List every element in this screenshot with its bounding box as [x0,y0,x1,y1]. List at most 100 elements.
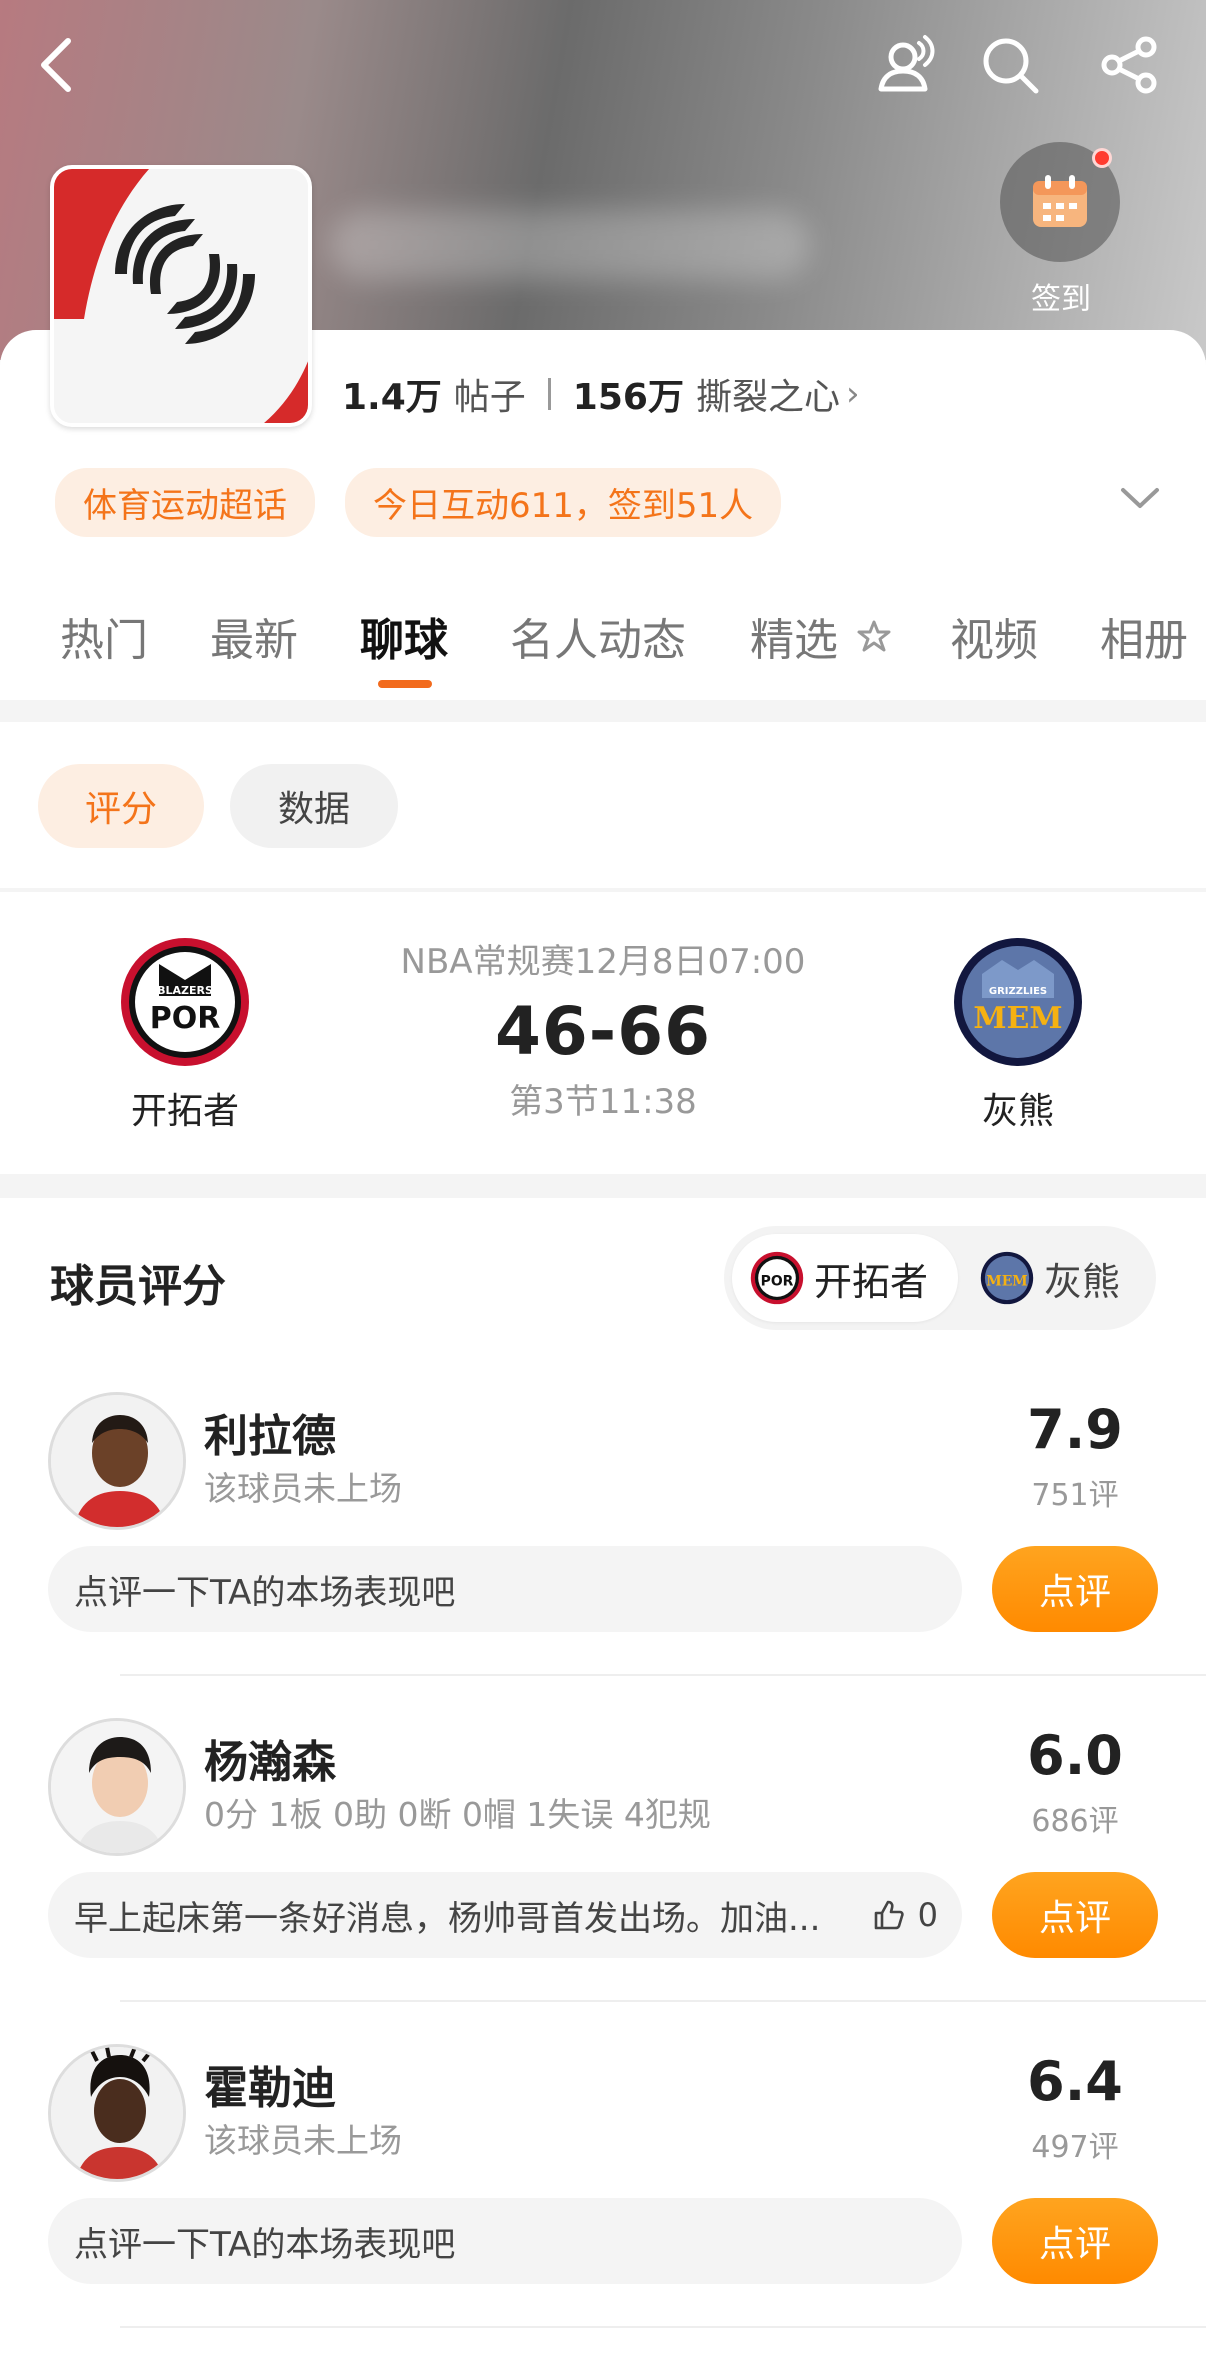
player-rating-count: 751评 [1031,1478,1119,1513]
community-tags: 体育运动超话 今日互动611，签到51人 [55,468,782,537]
tab-celebrity[interactable]: 名人动态 [510,604,686,668]
rate-button[interactable]: 点评 [992,1872,1158,1958]
notification-dot [1092,148,1112,168]
player-row: 霍勒迪 该球员未上场 6.4 497评 点评一下TA的本场表现吧 点评 [0,2036,1206,2355]
player-ratings-section: 球员评分 POR 开拓者 MEM 灰熊 利拉德 该球员未上场 7.9 751评 … [0,1198,1206,2355]
search-icon [983,38,1039,94]
chevron-down-icon [1121,488,1159,508]
rate-button[interactable]: 点评 [992,2198,1158,2284]
back-button[interactable] [22,30,92,100]
tab-chat-ball[interactable]: 聊球 [360,604,448,668]
tab-bar: 热门 最新 聊球 名人动态 精选 视频 相册 [0,600,1206,690]
active-tab-indicator [378,680,432,688]
chevron-right-icon: › [845,374,860,414]
svg-text:POR: POR [150,1001,221,1036]
match-score: 46-66 [494,993,712,1070]
tab-latest[interactable]: 最新 [210,604,298,668]
tag-category[interactable]: 体育运动超话 [55,468,315,537]
rate-button[interactable]: 点评 [992,1546,1158,1632]
svg-text:POR: POR [761,1273,794,1289]
home-team-name: 开拓者 [130,1091,239,1132]
row-divider [120,1674,1206,1676]
player-avatar[interactable] [48,2044,186,2182]
player-status: 该球员未上场 [204,1469,402,1508]
tab-featured[interactable]: 精选 [750,604,896,668]
tab-hot[interactable]: 热门 [60,604,148,668]
like-button[interactable]: 0 [872,1872,938,1958]
signin-button[interactable]: 签到 [1000,142,1122,318]
svg-text:GRIZZLIES: GRIZZLIES [989,986,1047,997]
community-avatar[interactable] [50,165,312,427]
posts-count: 1.4万 [342,377,442,418]
player-status: 该球员未上场 [204,2121,402,2160]
player-rating-count: 497评 [1031,2130,1119,2165]
player-score: 6.0 [1027,1724,1123,1787]
away-team[interactable]: GRIZZLIES MEM 灰熊 [918,936,1118,1134]
user-mention-button[interactable] [870,30,940,100]
svg-text:MEM: MEM [973,1001,1062,1036]
switch-home-team[interactable]: POR 开拓者 [732,1234,958,1322]
like-count: 0 [917,1896,938,1934]
player-avatar[interactable] [48,1718,186,1856]
switch-away-label: 灰熊 [1044,1259,1121,1304]
player-rating-count: 686评 [1031,1804,1119,1839]
ratings-title: 球员评分 [50,1261,226,1312]
blurred-title [330,210,810,280]
player-name: 霍勒迪 [204,2063,336,2114]
home-team[interactable]: BLAZERS POR 开拓者 [85,936,285,1134]
tag-activity[interactable]: 今日互动611，签到51人 [345,468,782,537]
switch-home-label: 开拓者 [814,1259,929,1304]
blazers-logo-icon: BLAZERS POR [121,938,249,1066]
sub-filter-bar: 评分 数据 [0,722,1206,888]
filter-rating[interactable]: 评分 [38,764,204,848]
match-info: NBA常规赛12月8日07:00 46-66 第3节11:38 [340,934,866,1123]
team-switch: POR 开拓者 MEM 灰熊 [724,1226,1156,1330]
comment-input[interactable]: 点评一下TA的本场表现吧 [48,2198,962,2284]
search-button[interactable] [975,30,1045,100]
grizzlies-logo-icon: GRIZZLIES MEM [954,938,1082,1066]
match-card[interactable]: BLAZERS POR 开拓者 NBA常规赛12月8日07:00 46-66 第… [0,892,1206,1174]
comment-input[interactable]: 点评一下TA的本场表现吧 [48,1546,962,1632]
tab-video[interactable]: 视频 [950,604,1038,668]
comment-text: 点评一下TA的本场表现吧 [74,2224,456,2265]
switch-away-team[interactable]: MEM 灰熊 [974,1234,1154,1322]
player-photo [51,1721,183,1853]
match-period: 第3节11:38 [509,1082,697,1122]
fans-label: 撕裂之心 [695,377,840,418]
expand-button[interactable] [1115,478,1165,518]
comment-text: 点评一下TA的本场表现吧 [74,1572,456,1613]
stats-divider [547,378,551,410]
user-mention-icon [878,35,935,92]
player-name: 利拉德 [204,1411,336,1462]
share-button[interactable] [1095,30,1165,100]
svg-text:BLAZERS: BLAZERS [157,984,213,997]
tab-featured-label: 精选 [750,615,838,666]
player-score: 6.4 [1027,2050,1123,2113]
svg-text:MEM: MEM [986,1273,1027,1289]
player-score: 7.9 [1027,1398,1123,1461]
player-photo [51,1395,183,1527]
signin-label: 签到 [1031,282,1091,317]
blazers-logo-icon [54,169,308,423]
share-icon [1101,36,1157,94]
player-name: 杨瀚森 [204,1737,336,1788]
player-photo [51,2047,183,2179]
comment-text: 早上起床第一条好消息，杨帅哥首发出场。加油... [74,1898,821,1939]
fans-count: 156万 [572,377,684,418]
blazers-logo-icon: POR [750,1251,804,1305]
signin-circle [1000,142,1120,262]
badge-icon [857,620,891,652]
posts-label: 帖子 [453,377,526,418]
community-stats[interactable]: 1.4万 帖子 156万 撕裂之心 › [342,368,860,420]
thumbs-up-icon [874,1900,904,1930]
match-meta: NBA常规赛12月8日07:00 [400,942,806,982]
player-avatar[interactable] [48,1392,186,1530]
grizzlies-logo-icon: MEM [980,1251,1034,1305]
filter-data[interactable]: 数据 [230,764,398,848]
top-comment[interactable]: 早上起床第一条好消息，杨帅哥首发出场。加油... 0 [48,1872,962,1958]
player-row: 利拉德 该球员未上场 7.9 751评 点评一下TA的本场表现吧 点评 [0,1384,1206,1710]
away-team-name: 灰熊 [981,1091,1054,1132]
row-divider [120,2000,1206,2002]
back-icon [41,38,71,92]
tab-album[interactable]: 相册 [1100,604,1188,668]
